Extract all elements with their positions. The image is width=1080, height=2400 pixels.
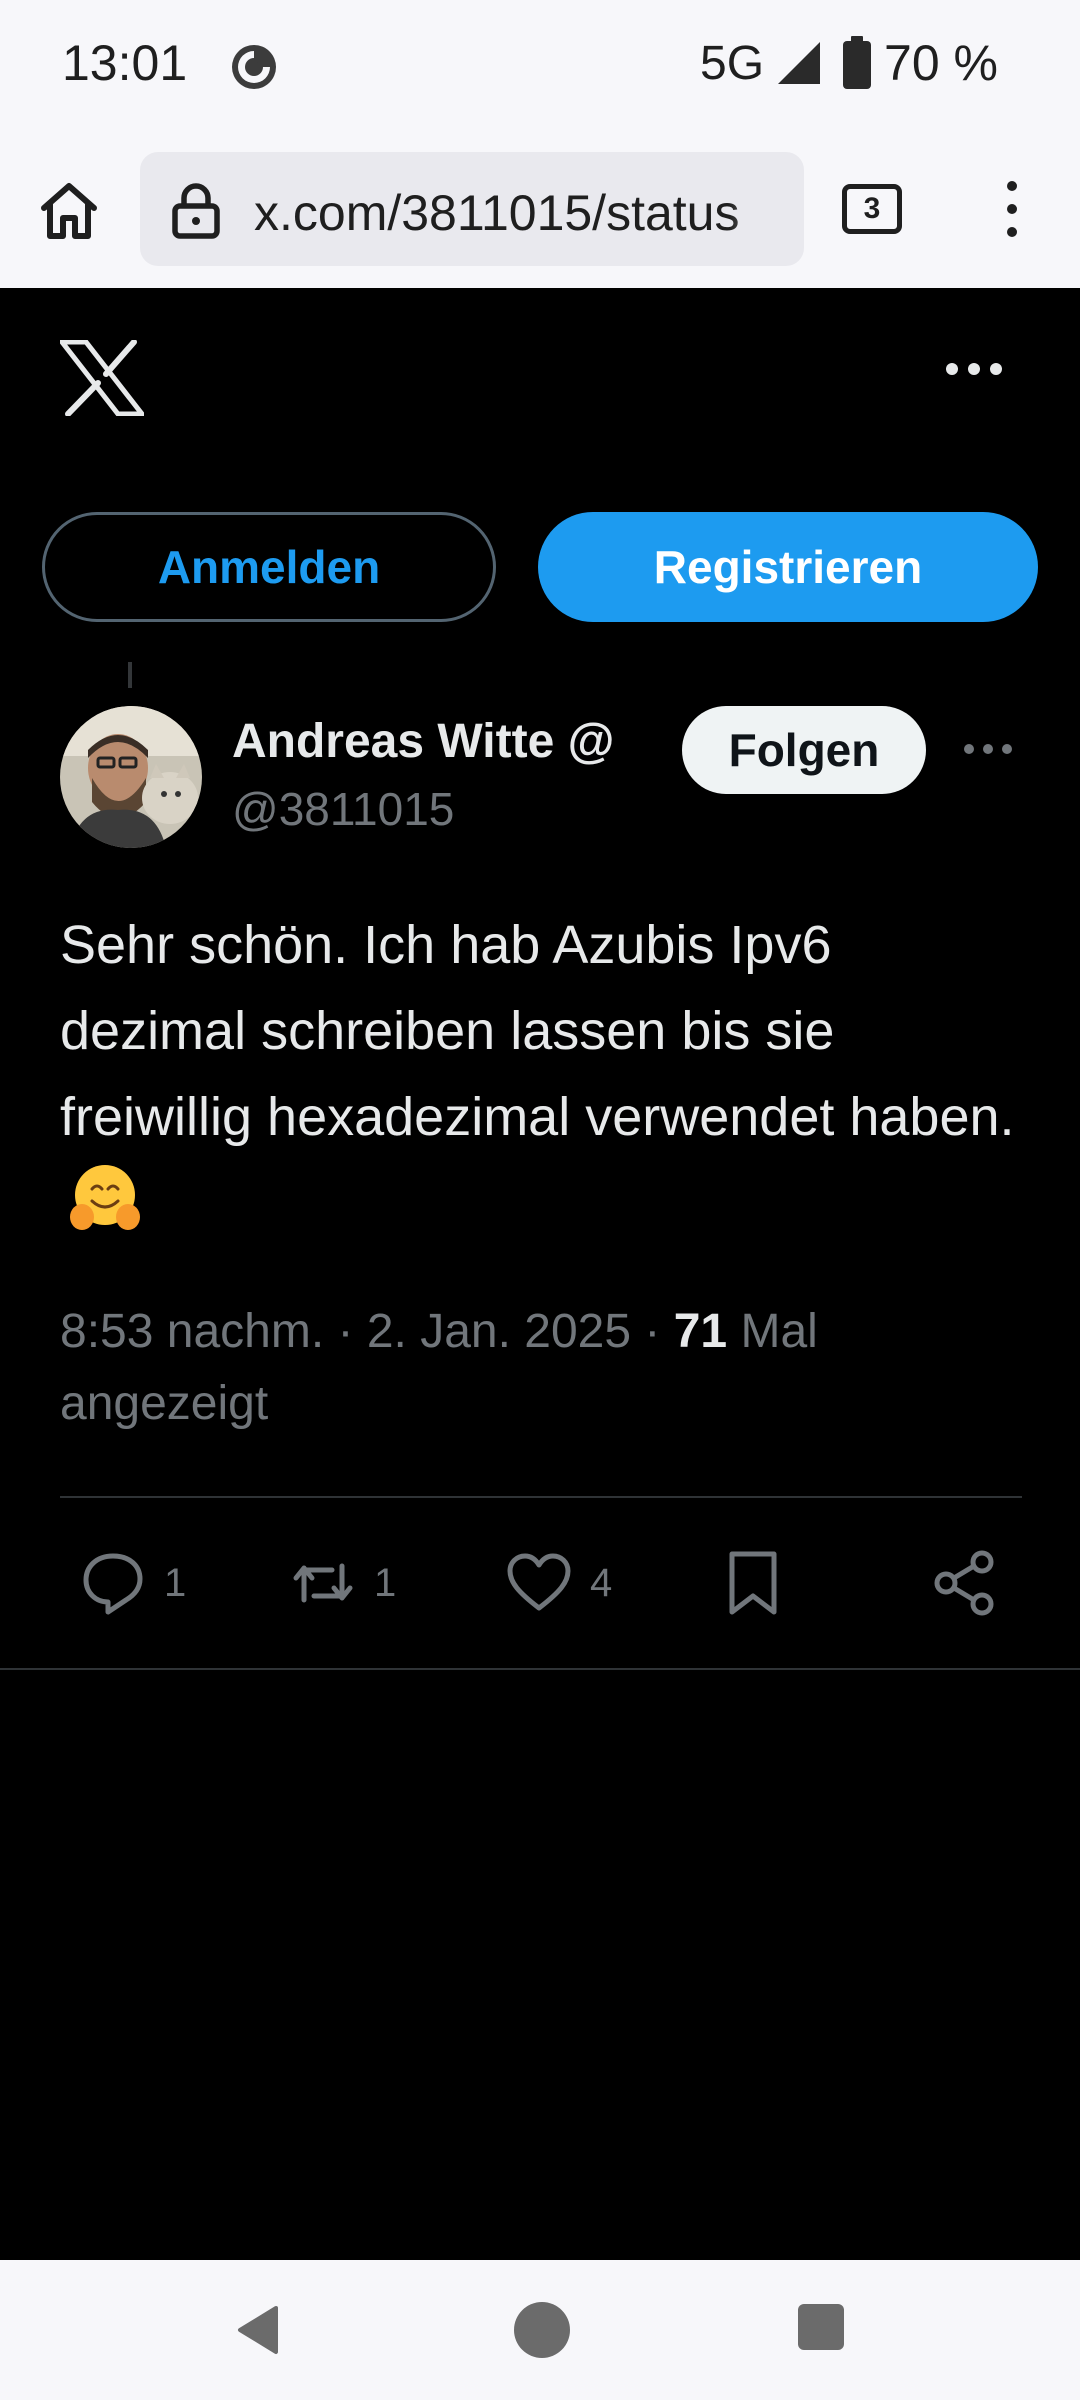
author-handle[interactable]: @3811015 — [232, 782, 454, 836]
share-icon — [934, 1550, 994, 1616]
share-button[interactable] — [930, 1528, 1000, 1638]
tweet-text: Sehr schön. Ich hab Azubis Ipv6 dezimal … — [60, 902, 1020, 1246]
app-notification-icon — [232, 45, 276, 89]
follow-button[interactable]: Folgen — [682, 706, 926, 794]
status-bar: 13:01 5G 70 % — [0, 0, 1080, 130]
status-time: 13:01 — [62, 35, 188, 91]
bookmark-icon — [729, 1551, 777, 1615]
web-page: Anmelden Registrieren Andreas Witte @ @3… — [0, 288, 1080, 2260]
url-text: x.com/3811015/status — [254, 185, 740, 241]
tweet-meta: 8:53 nachm. · 2. Jan. 2025 · 71 Mal ange… — [60, 1296, 1000, 1440]
thread-connector — [128, 662, 132, 688]
battery-icon — [843, 36, 872, 89]
login-button[interactable]: Anmelden — [42, 512, 496, 622]
tab-switcher-button[interactable]: 3 — [842, 184, 902, 234]
status-right-group: 5G 70 % — [700, 34, 998, 92]
like-button[interactable]: 4 — [504, 1528, 612, 1638]
like-count: 4 — [590, 1560, 613, 1605]
more-options-icon[interactable] — [944, 354, 1004, 384]
battery-percent: 70 % — [884, 35, 998, 91]
meta-separator: · — [644, 1305, 661, 1358]
network-type: 5G — [700, 36, 765, 90]
cell-signal-icon — [778, 42, 821, 84]
phone-screen: 13:01 5G 70 % x.com/3811015/status 3 Anm… — [0, 0, 1080, 2400]
reply-icon — [83, 1553, 143, 1615]
home-icon[interactable] — [34, 176, 104, 246]
views-count: 71 — [673, 1305, 728, 1358]
reply-count: 1 — [164, 1560, 187, 1605]
home-nav-icon[interactable] — [514, 2302, 570, 2358]
signup-button[interactable]: Registrieren — [538, 512, 1038, 622]
navigation-bar — [0, 2260, 1080, 2400]
back-icon[interactable] — [232, 2302, 288, 2358]
tweet-more-icon[interactable] — [962, 736, 1014, 762]
lock-icon — [172, 183, 220, 239]
divider — [60, 1496, 1022, 1498]
tweet-text-content: Sehr schön. Ich hab Azubis Ipv6 dezimal … — [60, 915, 1015, 1147]
recents-icon[interactable] — [798, 2304, 844, 2350]
retweet-count: 1 — [374, 1560, 397, 1605]
reply-button[interactable]: 1 — [78, 1528, 186, 1638]
address-bar[interactable]: x.com/3811015/status — [140, 152, 804, 266]
retweet-button[interactable]: 1 — [288, 1528, 396, 1638]
tweet-date[interactable]: 2. Jan. 2025 — [367, 1305, 631, 1358]
overflow-menu-icon[interactable] — [990, 174, 1034, 244]
divider — [0, 1668, 1080, 1670]
hugging-face-emoji — [70, 1165, 140, 1230]
avatar[interactable] — [60, 706, 202, 848]
tweet-time[interactable]: 8:53 nachm. — [60, 1305, 324, 1358]
author-name[interactable]: Andreas Witte @ — [232, 714, 614, 769]
heart-icon — [507, 1553, 571, 1611]
bookmark-button[interactable] — [718, 1528, 788, 1638]
meta-separator: · — [337, 1305, 354, 1358]
retweet-icon — [293, 1563, 353, 1603]
browser-toolbar: x.com/3811015/status 3 — [0, 130, 1080, 288]
x-logo-icon[interactable] — [60, 340, 144, 416]
tweet-actions: 1 1 4 — [0, 1528, 1080, 1638]
